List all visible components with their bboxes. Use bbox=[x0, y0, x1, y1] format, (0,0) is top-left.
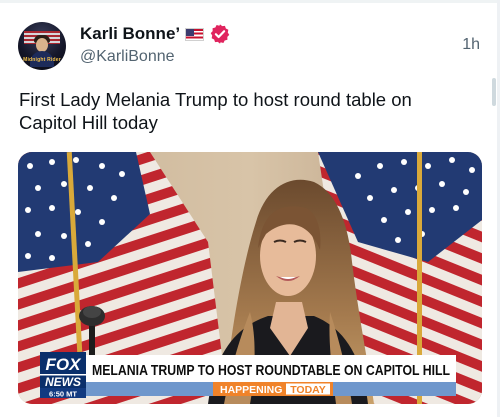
avatar[interactable]: Midnight Rider bbox=[18, 22, 66, 70]
chyron-headline: MELANIA TRUMP TO HOST ROUNDTABLE ON CAPI… bbox=[92, 362, 450, 379]
ticker-label: HAPPENING bbox=[220, 384, 282, 396]
author-display-name[interactable]: Karli Bonne’ bbox=[80, 24, 180, 44]
avatar-head bbox=[36, 38, 48, 52]
post-timestamp[interactable]: 1h bbox=[462, 36, 480, 54]
feed-top-border bbox=[0, 0, 500, 3]
author-handle[interactable]: @KarliBonne bbox=[80, 48, 175, 66]
chyron-ticker-bar: HAPPENING TODAY bbox=[86, 382, 456, 396]
post-media-image[interactable]: FOX NEWS 6:50 MT MELANIA TRUMP TO HOST R… bbox=[18, 152, 482, 404]
avatar-logo-text: Midnight Rider bbox=[23, 57, 61, 63]
news-screenshot: FOX NEWS 6:50 MT MELANIA TRUMP TO HOST R… bbox=[18, 152, 482, 404]
post-text: First Lady Melania Trump to host round t… bbox=[19, 89, 412, 133]
us-flag-emoji bbox=[185, 27, 205, 41]
author-name-row: Karli Bonne’ bbox=[80, 23, 231, 45]
chyron-headline-bar: MELANIA TRUMP TO HOST ROUNDTABLE ON CAPI… bbox=[86, 355, 456, 382]
verified-badge-icon bbox=[209, 23, 231, 45]
fox-logo-word: FOX bbox=[46, 355, 83, 374]
scrollbar-thumb[interactable] bbox=[492, 78, 496, 106]
news-logo-word: NEWS bbox=[45, 375, 81, 389]
fox-news-logo: FOX NEWS 6:50 MT bbox=[40, 352, 86, 399]
ticker-today: TODAY bbox=[290, 384, 326, 396]
chyron-clock: 6:50 MT bbox=[49, 390, 77, 399]
